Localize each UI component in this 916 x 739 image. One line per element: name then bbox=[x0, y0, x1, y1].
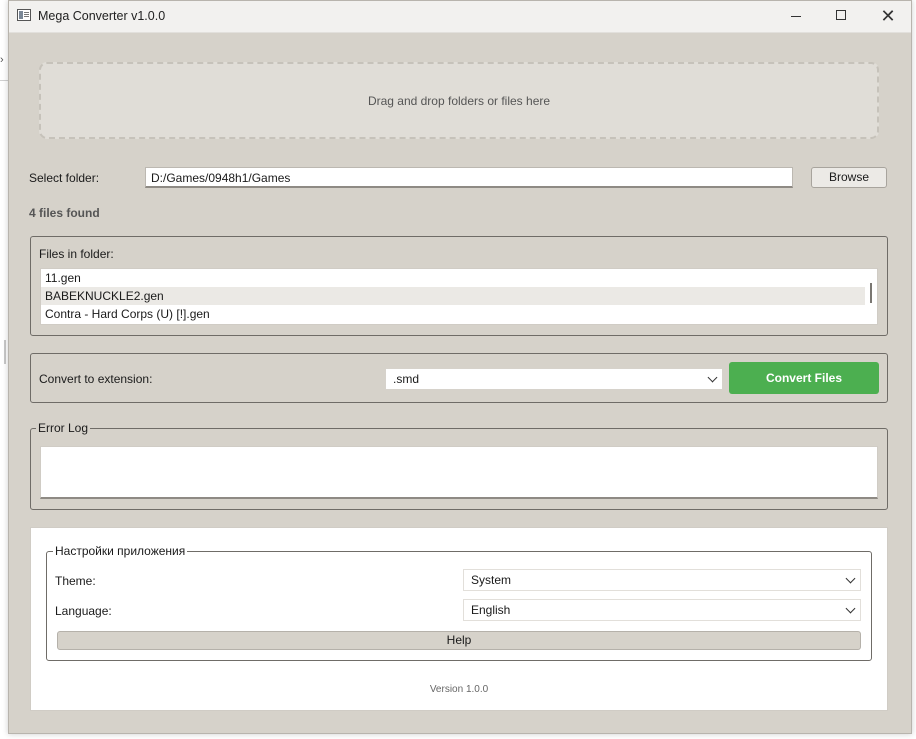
title-bar[interactable]: Mega Converter v1.0.0 ✕ bbox=[9, 1, 911, 33]
maximize-button[interactable] bbox=[819, 1, 865, 32]
app-settings-title: Настройки приложения bbox=[53, 544, 188, 558]
error-log-title: Error Log bbox=[36, 421, 91, 435]
version-label: Version 1.0.0 bbox=[429, 684, 489, 695]
app-window: Mega Converter v1.0.0 ✕ Drag and drop fo… bbox=[8, 0, 912, 734]
drop-zone-text: Drag and drop folders or files here bbox=[367, 93, 551, 108]
file-list-item[interactable]: 11.gen bbox=[41, 269, 865, 287]
background-chevron-icon: › bbox=[0, 54, 4, 66]
theme-label: Theme: bbox=[55, 574, 96, 588]
language-select[interactable]: English bbox=[463, 599, 861, 621]
theme-select[interactable]: System bbox=[463, 569, 861, 591]
minimize-button[interactable] bbox=[773, 1, 819, 32]
close-icon: ✕ bbox=[880, 6, 896, 26]
error-log-textarea[interactable] bbox=[40, 446, 878, 499]
files-in-folder-label: Files in folder: bbox=[39, 247, 114, 261]
convert-group: Convert to extension: .smd Convert Files bbox=[30, 353, 888, 403]
extension-select[interactable]: .smd bbox=[385, 368, 723, 390]
error-log-group: Error Log bbox=[30, 421, 888, 510]
browse-button[interactable]: Browse bbox=[811, 167, 887, 188]
select-folder-label: Select folder: bbox=[29, 171, 100, 185]
language-label: Language: bbox=[55, 604, 112, 618]
files-list-scrollbar[interactable] bbox=[870, 283, 872, 303]
help-button[interactable]: Help bbox=[57, 631, 861, 650]
settings-panel: Настройки приложения Theme: System Langu… bbox=[30, 527, 888, 711]
convert-files-button[interactable]: Convert Files bbox=[729, 362, 879, 394]
background-mark bbox=[4, 340, 6, 364]
close-button[interactable]: ✕ bbox=[865, 1, 911, 32]
app-icon bbox=[17, 9, 31, 21]
folder-path-input[interactable]: D:/Games/0948h1/Games bbox=[145, 167, 793, 188]
files-found-count: 4 files found bbox=[29, 206, 100, 220]
files-in-folder-group: Files in folder: 11.gen BABEKNUCKLE2.gen… bbox=[30, 236, 888, 336]
chevron-down-icon bbox=[845, 573, 856, 584]
window-title: Mega Converter v1.0.0 bbox=[38, 9, 166, 23]
background-divider bbox=[0, 80, 8, 81]
theme-select-value: System bbox=[471, 573, 512, 587]
file-list-item[interactable]: Contra - Hard Corps (U) [!].gen bbox=[41, 305, 865, 323]
drop-zone[interactable]: Drag and drop folders or files here bbox=[39, 62, 879, 139]
file-list-item[interactable]: BABEKNUCKLE2.gen bbox=[41, 287, 865, 305]
language-select-value: English bbox=[471, 603, 511, 617]
files-list[interactable]: 11.gen BABEKNUCKLE2.gen Contra - Hard Co… bbox=[40, 268, 878, 325]
extension-select-value: .smd bbox=[393, 372, 420, 386]
chevron-down-icon bbox=[845, 603, 856, 614]
chevron-down-icon bbox=[707, 372, 718, 383]
app-settings-group: Настройки приложения Theme: System Langu… bbox=[46, 544, 872, 661]
convert-extension-label: Convert to extension: bbox=[39, 372, 153, 386]
